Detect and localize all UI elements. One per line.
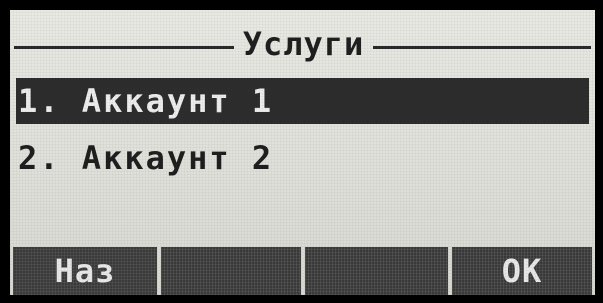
menu-item-account-1[interactable]: 1. Аккаунт 1 (16, 78, 589, 124)
phone-lcd-bezel: Услуги 1. Аккаунт 1 2. Аккаунт 2 Наз ОК (0, 0, 603, 303)
softkey-2[interactable] (161, 247, 301, 295)
title-divider-right (373, 46, 591, 49)
title-divider-left (14, 46, 234, 49)
softkey-3[interactable] (305, 247, 448, 295)
screen-title: Услуги (242, 25, 365, 63)
ok-softkey[interactable]: ОК (452, 247, 592, 295)
back-softkey[interactable]: Наз (13, 247, 157, 295)
menu-item-account-2[interactable]: 2. Аккаунт 2 (16, 135, 589, 181)
softkey-bar: Наз ОК (10, 247, 595, 295)
title-bar: Услуги (10, 24, 595, 64)
lcd-screen: Услуги 1. Аккаунт 1 2. Аккаунт 2 Наз ОК (10, 10, 595, 295)
